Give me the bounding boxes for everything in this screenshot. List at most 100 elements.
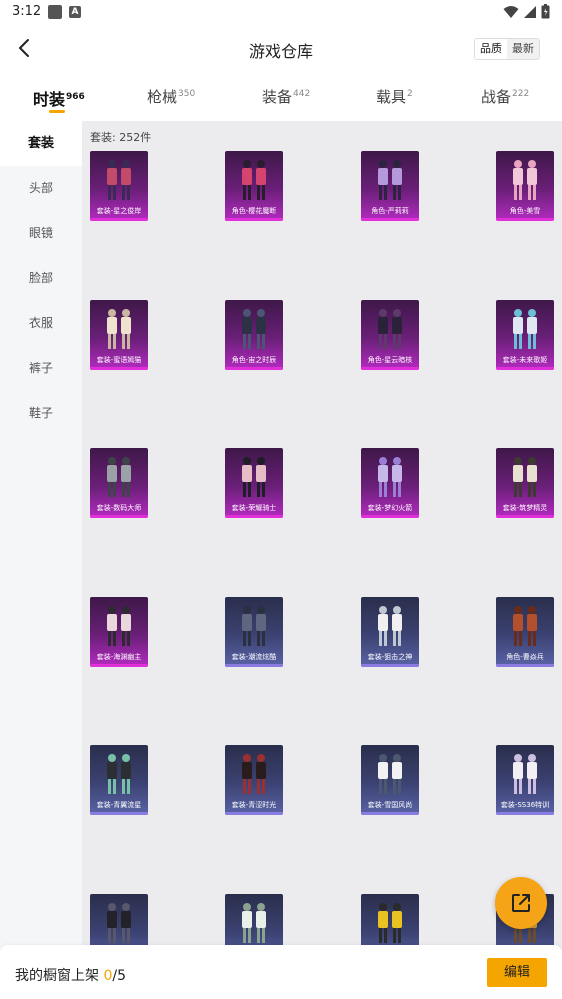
item-card[interactable] [225,893,283,951]
rarity-bar [361,812,419,815]
rarity-bar [225,663,283,667]
rarity-bar [361,218,419,221]
outfit-thumbnail-icon [378,160,402,200]
status-time: 3:12 [12,4,42,19]
item-card[interactable]: 套装-青翼流星 [90,745,148,815]
tab-count: 2 [407,89,413,99]
rarity-bar [361,663,419,667]
item-name: 角色-樱花魔断 [231,207,277,215]
rarity-bar [90,515,148,518]
notification-icon [48,5,62,19]
item-name: 套装-狙击之神 [367,652,413,661]
item-card[interactable]: 套装-荣耀骑士 [225,448,283,518]
rarity-bar [496,515,554,518]
item-name: 角色-星云暗核 [367,355,413,364]
item-card[interactable]: 套装-未来歌姬 [496,299,554,370]
outfit-thumbnail-icon [242,902,266,943]
sidebar: 套装 头部 眼镜 脸部 衣服 裤子 鞋子 [0,121,82,951]
item-card[interactable]: 角色-樱花魔断 [225,151,283,221]
item-name: 套装-筑梦精灵 [502,504,548,512]
sidebar-item-face[interactable]: 脸部 [0,256,82,301]
item-name: 套装-雪国风尚 [367,801,413,809]
showcase-max: 5 [117,968,127,984]
tab-vehicles[interactable]: 载具2 [376,86,413,107]
rarity-bar [90,218,148,221]
tab-label: 枪械 [147,88,178,106]
outfit-thumbnail-icon [242,754,266,794]
sidebar-item-set[interactable]: 套装 [0,121,82,166]
item-card[interactable]: 套装-狙击之神 [361,596,419,667]
outfit-thumbnail-icon [378,902,402,943]
rarity-bar [225,812,283,815]
rarity-bar [496,218,554,221]
item-card[interactable]: 角色-美雪 [496,151,554,221]
status-right [503,4,550,19]
rarity-bar [225,515,283,518]
edit-button[interactable]: 编辑 [487,958,547,987]
item-card[interactable]: 角色-宙之时辰 [225,299,283,370]
tab-count: 222 [512,89,530,99]
item-grid-panel: 套装: 252件 套装-星之俊岸 角色-樱花魔断 角色-严莉莉 角色-美雪 套装-蜜语嫣… [82,121,562,951]
tab-supplies[interactable]: 战备222 [481,86,529,107]
sidebar-item-clothes[interactable]: 衣服 [0,301,82,346]
outfit-thumbnail-icon [513,754,537,794]
outfit-thumbnail-icon [513,605,537,646]
share-fab-button[interactable] [495,877,547,929]
item-name: 角色-严莉莉 [371,207,409,215]
sidebar-item-pants[interactable]: 裤子 [0,346,82,391]
item-name: 套装-梦幻火箭 [367,504,413,512]
item-name: 角色-宙之时辰 [231,355,277,364]
item-card[interactable]: 套装-蜜语嫣猫 [90,299,148,370]
item-card[interactable]: 角色-星云暗核 [361,299,419,370]
bottom-bar: 我的橱窗上架 0/5 编辑 [0,945,562,999]
item-card[interactable] [90,893,148,951]
sidebar-item-head[interactable]: 头部 [0,166,82,211]
item-card[interactable]: 套装-星之俊岸 [90,151,148,221]
rarity-bar [361,366,419,370]
item-card[interactable]: 套装-雪国风尚 [361,745,419,815]
outfit-thumbnail-icon [513,160,537,200]
item-name: 套装-荣耀骑士 [231,504,277,512]
item-card[interactable]: 套装-数码大师 [90,448,148,518]
rarity-bar [496,366,554,370]
item-card[interactable]: 套装-潮流炫酷 [225,596,283,667]
item-card[interactable] [361,893,419,951]
rarity-bar [225,218,283,221]
showcase-label: 我的橱窗上架 [15,968,99,984]
item-card[interactable]: 角色-曹焱兵 [496,596,554,667]
rarity-bar [90,663,148,667]
tab-count: 350 [178,89,196,99]
tab-fashion[interactable]: 时装966 [33,86,85,110]
sidebar-item-glasses[interactable]: 眼镜 [0,211,82,256]
external-link-icon [512,894,530,912]
rarity-bar [361,515,419,518]
sidebar-item-shoes[interactable]: 鞋子 [0,391,82,436]
outfit-thumbnail-icon [378,754,402,794]
item-card[interactable]: 套装-SS36特训 [496,745,554,815]
showcase-current: 0 [103,968,113,984]
item-name: 套装-SS36特训 [500,801,550,809]
sort-newest-button[interactable]: 最新 [507,39,539,59]
outfit-thumbnail-icon [378,308,402,349]
outfit-thumbnail-icon [513,457,537,497]
header: 游戏仓库 品质 最新 [0,26,562,72]
item-name: 套装-星之俊岸 [96,207,142,215]
signal-icon [524,5,536,18]
tab-label: 载具 [376,88,407,106]
item-card[interactable]: 角色-严莉莉 [361,151,419,221]
item-card[interactable]: 套装-青涩时光 [225,745,283,815]
tab-equipment[interactable]: 装备442 [262,86,310,107]
rarity-bar [496,663,554,667]
sort-quality-button[interactable]: 品质 [475,39,507,59]
item-card[interactable]: 套装-海渊幽主 [90,596,148,667]
item-card[interactable]: 套装-梦幻火箭 [361,448,419,518]
outfit-thumbnail-icon [107,308,131,349]
item-card[interactable]: 套装-筑梦精灵 [496,448,554,518]
battery-icon [541,4,550,19]
outfit-thumbnail-icon [107,605,131,646]
tab-label: 装备 [262,88,293,106]
rarity-bar [496,812,554,815]
item-name: 角色-曹焱兵 [506,652,544,661]
item-name: 套装-海渊幽主 [96,652,142,661]
tab-guns[interactable]: 枪械350 [147,86,195,107]
